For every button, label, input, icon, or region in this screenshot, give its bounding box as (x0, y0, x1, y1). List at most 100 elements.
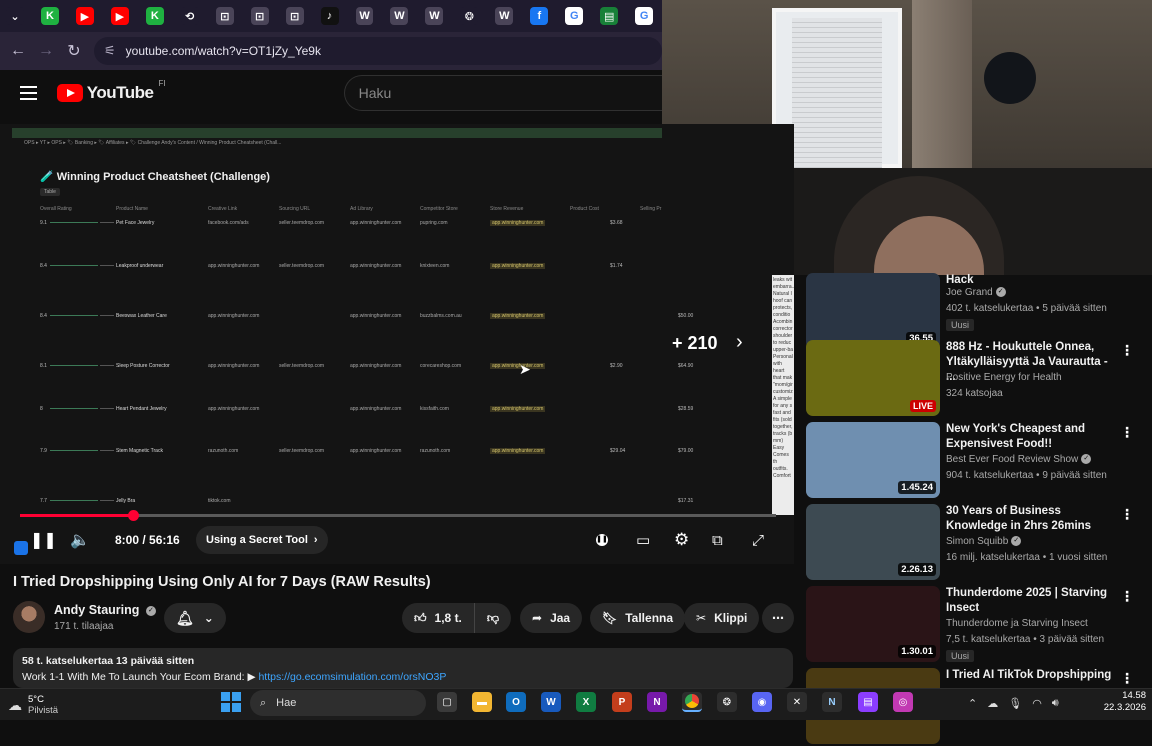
youtube-icon[interactable]: ▶ (110, 7, 129, 25)
recommendation-title[interactable]: Hack (946, 273, 1116, 288)
history-icon[interactable]: ⟲ (180, 7, 199, 25)
sheet-row[interactable]: 9.1 Pet Face Jewelry facebook.com/ads selle… (30, 218, 670, 232)
app-icon[interactable]: N (822, 692, 842, 712)
video-thumbnail[interactable]: LIVE (806, 340, 940, 416)
more-actions-button[interactable]: ⋯ (762, 603, 794, 633)
youtube-icon[interactable]: ▶ (75, 7, 94, 25)
forward-arrow-icon[interactable]: → (32, 37, 60, 65)
channel-avatar[interactable] (13, 601, 45, 633)
more-vertical-icon[interactable]: ⋮ (1120, 342, 1134, 359)
chapter-button[interactable]: Using a Secret Tool › (196, 526, 328, 554)
subscribe-notification-button[interactable]: 🔔︎ ⌄ (164, 603, 226, 633)
tiktok-icon[interactable]: ♪ (320, 7, 339, 25)
facebook-icon[interactable]: f (530, 7, 549, 25)
address-bar[interactable]: ⚟ youtube.com/watch?v=OT1jZy_Ye9k (94, 37, 662, 65)
taskbar-search-input[interactable]: ⌕ Hae (250, 690, 426, 716)
chevron-up-icon[interactable]: ⌃ (968, 697, 977, 710)
theater-mode-icon[interactable]: ⧉ (712, 526, 723, 554)
file-explorer-icon[interactable]: ▬ (472, 692, 492, 712)
screen-recorder-icon[interactable]: ◎ (893, 692, 913, 712)
sheet-row[interactable]: 8.4 Beeswax Leather Care app.winninghunter… (30, 311, 693, 325)
openai-icon[interactable]: ❂ (460, 7, 479, 25)
recommendation-item[interactable]: 1.30.01 Thunderdome 2025 | Starving Insec… (806, 586, 1146, 664)
recommendation-channel[interactable]: Thunderdome ja Starving Insect (946, 618, 1088, 629)
taskbar-clock[interactable]: 14.58 22.3.2026 (1090, 690, 1146, 714)
more-vertical-icon[interactable]: ⋮ (1120, 588, 1134, 605)
more-vertical-icon[interactable]: ⋮ (1120, 670, 1134, 687)
sheet-row[interactable]: 8.1 Sleep Posture Corrector app.winninghun… (30, 361, 693, 375)
onenote-icon[interactable]: N (647, 692, 667, 712)
recommendation-title[interactable]: I Tried AI TikTok Dropshipping (946, 668, 1116, 683)
progress-bar[interactable] (20, 510, 776, 521)
sheet-row[interactable]: 7.7 Jelly Bra tiktok.com $17.31 (30, 496, 693, 510)
site-info-icon[interactable]: ⚟ (104, 43, 116, 59)
chevron-down-icon[interactable]: ⌄ (6, 7, 24, 25)
sheets-icon[interactable]: ▤ (600, 7, 619, 25)
clip-button[interactable]: ✂ Klippi (684, 603, 760, 633)
google-icon[interactable]: G (565, 7, 584, 25)
wordpress-icon[interactable]: W (495, 7, 514, 25)
recommendation-item[interactable]: LIVE 888 Hz - Houkuttele Onnea, Yltäkyllä… (806, 340, 1146, 418)
recommendation-title[interactable]: New York's Cheapest and Expensivest Food… (946, 422, 1116, 452)
powerpoint-icon[interactable]: P (612, 692, 632, 712)
recommendation-item[interactable]: 2.26.13 30 Years of Business Knowledge in… (806, 504, 1146, 582)
wordpress-icon[interactable]: W (390, 7, 409, 25)
more-vertical-icon[interactable]: ⋮ (1120, 424, 1134, 441)
recommendation-title[interactable]: 30 Years of Business Knowledge in 2hrs 2… (946, 504, 1116, 534)
chevron-right-icon[interactable]: › (736, 331, 743, 354)
recommendation-channel[interactable]: Simon Squibb ✓ (946, 536, 1022, 547)
save-button[interactable]: 🔖︎ Tallenna (590, 603, 686, 633)
more-vertical-icon[interactable]: ⋮ (1120, 506, 1134, 523)
dislike-button[interactable]: 👎︎ (475, 603, 511, 633)
speaker-icon[interactable]: 🔊︎ (1052, 697, 1059, 710)
description-link[interactable]: https://go.ecomsimulation.com/orsNO3P (258, 671, 446, 683)
outlook-icon[interactable]: O (506, 692, 526, 712)
word-icon[interactable]: W (541, 692, 561, 712)
sheet-row[interactable]: 7.9 Stem Magnetic Track razunoth.com seller… (30, 446, 693, 460)
kajabi-icon[interactable]: K (40, 7, 59, 25)
sheet-row[interactable]: 8 Heart Pendant Jewelry app.winninghunter.… (30, 404, 693, 418)
excel-icon[interactable]: X (576, 692, 596, 712)
tab-icon[interactable]: ⊡ (250, 7, 269, 25)
google-icon[interactable]: G (635, 7, 654, 25)
back-arrow-icon[interactable]: ← (4, 37, 32, 65)
channel-name[interactable]: Andy Stauring ✓ (54, 603, 156, 617)
video-player[interactable]: OPS ▸ YT ▸ OPS ▸ 🏷 Banking ▸ 🏷 Affiliate… (0, 124, 794, 564)
video-editor-icon[interactable]: ▤ (858, 692, 878, 712)
discord-icon[interactable]: ◉ (752, 692, 772, 712)
video-thumbnail[interactable]: 1.30.01 (806, 586, 940, 662)
microphone-icon[interactable]: 🎙︎ (1008, 697, 1022, 710)
sheet-row[interactable]: 8.4 Leakproof underwear app.winninghunter.… (30, 261, 670, 275)
recommendation-channel[interactable]: Best Ever Food Review Show ✓ (946, 454, 1092, 465)
task-view-icon[interactable]: ▢ (437, 692, 457, 712)
recommendation-item[interactable]: 1.45.24 New York's Cheapest and Expensive… (806, 422, 1146, 500)
video-thumbnail[interactable]: 36.55 (806, 273, 940, 349)
cloud-sync-icon[interactable]: ☁ (987, 697, 998, 710)
search-input[interactable]: Haku (343, 75, 662, 111)
pause-icon[interactable]: ❚❚ (30, 526, 57, 554)
wordpress-icon[interactable]: W (355, 7, 374, 25)
like-button[interactable]: 👍︎ 1,8 t. (402, 603, 475, 633)
volume-icon[interactable]: 🔈 (70, 526, 90, 554)
capcut-icon[interactable]: ✕ (787, 692, 807, 712)
chatgpt-icon[interactable]: ❂ (717, 692, 737, 712)
wordpress-icon[interactable]: W (425, 7, 444, 25)
recommendation-channel[interactable]: Positive Energy for Health (946, 372, 1062, 383)
autoplay-toggle-icon[interactable]: ❚❚ (596, 526, 608, 554)
youtube-logo[interactable]: YouTube FI (56, 79, 166, 103)
video-thumbnail[interactable]: 2.26.13 (806, 504, 940, 580)
recommendation-title[interactable]: Thunderdome 2025 | Starving Insect (946, 586, 1116, 616)
wifi-icon[interactable]: ◠ (1032, 697, 1042, 710)
tab-icon[interactable]: ⊡ (215, 7, 234, 25)
menu-icon[interactable] (20, 86, 37, 100)
reload-icon[interactable]: ↻ (60, 37, 88, 65)
share-button[interactable]: ➦ Jaa (520, 603, 583, 633)
chrome-icon[interactable] (682, 692, 702, 712)
fullscreen-icon[interactable]: ⤢ (752, 526, 764, 554)
kajabi-icon[interactable]: K (145, 7, 164, 25)
subtitles-icon[interactable]: ▭ (636, 526, 650, 554)
video-thumbnail[interactable]: 1.45.24 (806, 422, 940, 498)
windows-start-icon[interactable] (221, 692, 241, 712)
weather-widget[interactable]: ☁ 5°C Pilvistä (8, 692, 88, 718)
settings-gear-icon[interactable]: ⚙ (674, 526, 689, 554)
